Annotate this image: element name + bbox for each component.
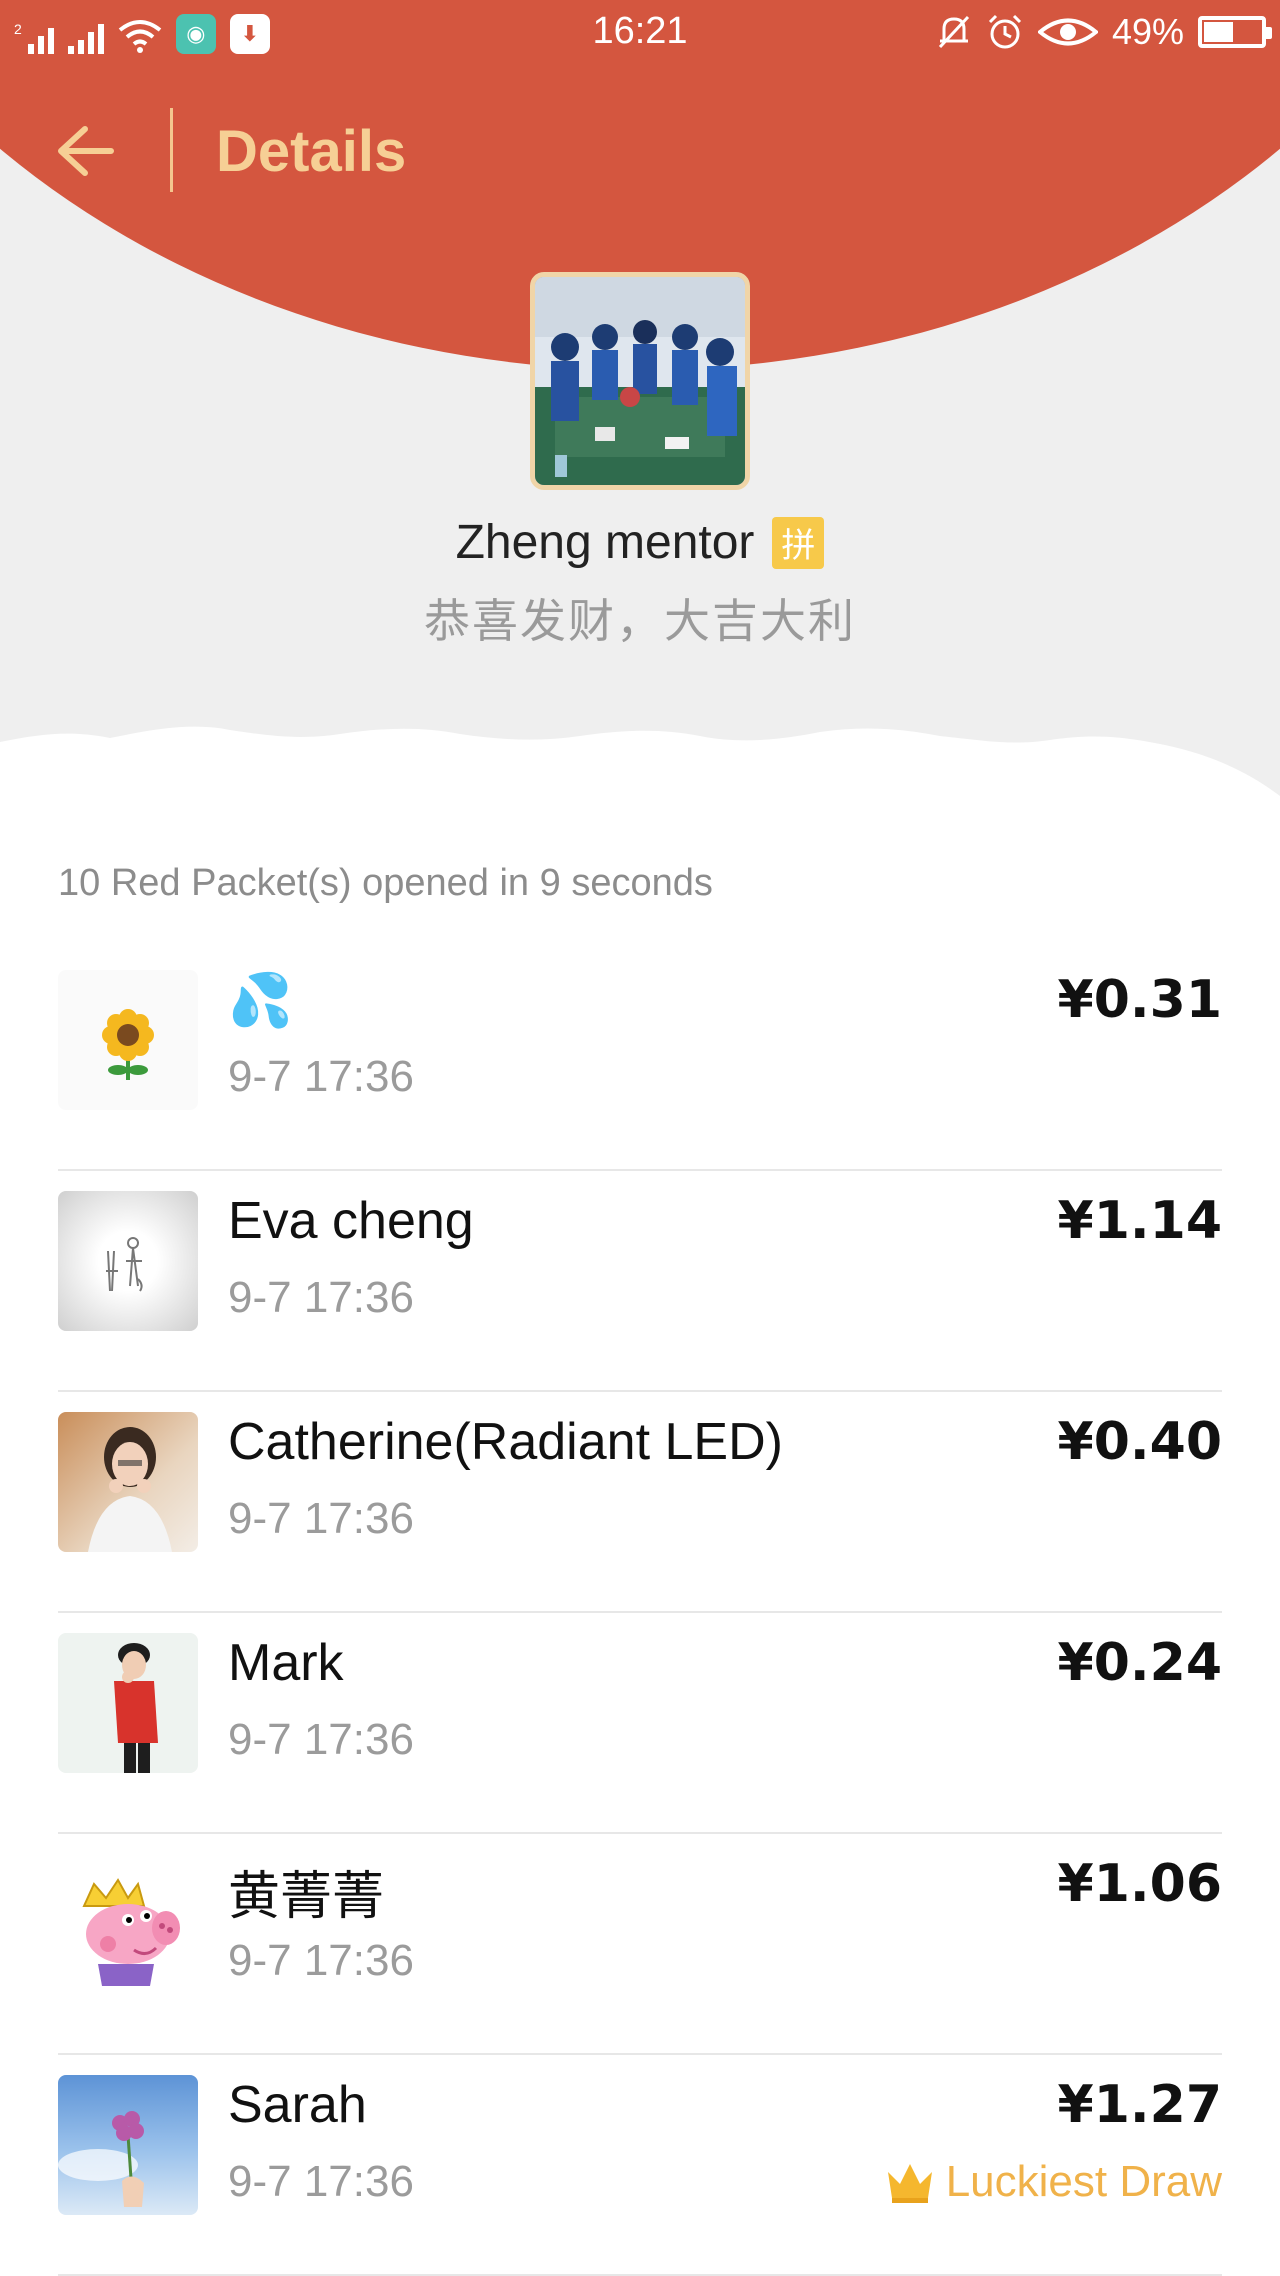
pig-avatar[interactable] <box>58 1854 198 1994</box>
back-arrow-icon <box>58 126 114 176</box>
receive-time: 9-7 17:36 <box>228 1494 414 1543</box>
list-item[interactable]: 💦 9-7 17:36 ¥0.31 <box>0 950 1280 1171</box>
recipient-name: 黄菁菁 <box>228 1868 385 1926</box>
recipient-name: Catherine(Radiant LED) <box>228 1413 783 1471</box>
list-item[interactable]: 黄菁菁 9-7 17:36 ¥1.06 <box>0 1834 1280 2055</box>
list-item[interactable]: Mark 9-7 17:36 ¥0.24 <box>0 1613 1280 1834</box>
group-packet-badge: 拼 <box>772 516 825 569</box>
received-amount: ¥0.31 <box>1057 970 1222 1030</box>
flower-sky-avatar[interactable] <box>58 2075 198 2215</box>
toolbar-divider <box>170 108 173 192</box>
receive-time: 9-7 17:36 <box>228 1052 414 1101</box>
crown-icon <box>887 2164 932 2203</box>
recipient-name: Eva cheng <box>228 1192 474 1250</box>
list-item[interactable]: Eva cheng 9-7 17:36 ¥1.14 <box>0 1171 1280 1392</box>
receive-time: 9-7 17:36 <box>228 1936 414 1985</box>
alarm-clock-icon <box>988 14 1021 49</box>
opened-summary: 10 Red Packet(s) opened in 9 seconds <box>58 862 713 904</box>
mute-bell-icon <box>938 15 970 49</box>
receive-time: 9-7 17:36 <box>228 1715 414 1764</box>
photo-man-avatar[interactable] <box>58 1633 198 1773</box>
recipient-name: Mark <box>228 1634 344 1692</box>
sender-avatar[interactable] <box>530 272 750 490</box>
back-button[interactable] <box>48 114 122 188</box>
sender-name-row: Zheng mentor 拼 <box>0 515 1280 570</box>
sunflower-avatar[interactable] <box>58 970 198 1110</box>
recipient-name: Sarah <box>228 2076 367 2134</box>
photo-woman-avatar[interactable] <box>58 1412 198 1552</box>
luckiest-draw-label: Luckiest Draw <box>945 2157 1222 2206</box>
battery-percent: 49% <box>1111 11 1184 52</box>
received-amount: ¥0.40 <box>1057 1412 1222 1472</box>
receive-time: 9-7 17:36 <box>228 2157 414 2206</box>
page-title: Details <box>216 119 407 184</box>
greeting-message: 恭喜发财，大吉大利 <box>424 595 856 647</box>
list-item[interactable]: Sarah 9-7 17:36 ¥1.27 Luckiest Draw <box>0 2055 1280 2276</box>
sender-name: Zheng mentor <box>455 516 755 569</box>
battery-icon <box>1198 16 1272 48</box>
list-item[interactable]: Catherine(Radiant LED) 9-7 17:36 ¥0.40 <box>0 1392 1280 1613</box>
battery-level-fill <box>1204 22 1234 42</box>
eye-comfort-icon <box>1037 18 1098 46</box>
toolbar: Details <box>0 96 1280 206</box>
luckiest-draw-badge: Luckiest Draw <box>884 2157 1222 2207</box>
receive-time: 9-7 17:36 <box>228 1273 414 1322</box>
received-amount: ¥1.27 <box>1057 2075 1222 2135</box>
received-amount: ¥0.24 <box>1057 1633 1222 1693</box>
received-amount: ¥1.06 <box>1057 1854 1222 1914</box>
status-bar: 2 ◉ ⬇ 16:21 49% <box>0 0 1280 64</box>
status-right-group: 49% <box>936 10 1272 54</box>
received-amount: ¥1.14 <box>1057 1191 1222 1251</box>
red-packet-details-screen: 2 ◉ ⬇ 16:21 49% Details Zheng mentor 拼 恭… <box>0 0 1280 2276</box>
recipient-name: 💦 <box>228 972 293 1030</box>
recipient-list: 💦 9-7 17:36 ¥0.31 Eva cheng 9-7 17:36 ¥1… <box>0 950 1280 2276</box>
group-photo-image <box>535 277 745 485</box>
sketch-avatar[interactable] <box>58 1191 198 1331</box>
torn-paper-edge <box>0 726 1280 840</box>
